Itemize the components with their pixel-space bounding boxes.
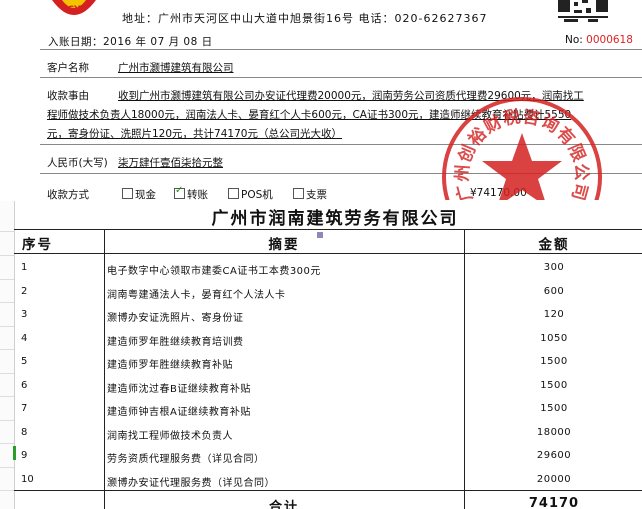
table-row[interactable]: 8 润南找工程师做技术负责人 18000 xyxy=(0,422,642,446)
reason-label: 收款事由 xyxy=(47,90,89,102)
table-row[interactable]: 5 建造师罗年胜继续教育补贴 1500 xyxy=(0,351,642,375)
svg-text:CY: CY xyxy=(67,5,81,15)
reason-line-3: 元，寄身份证、洗照片120元，共计74170元（总公司光大收） xyxy=(47,128,342,140)
method-cheque[interactable]: 支票 xyxy=(293,187,327,200)
expense-table: 广州市润南建筑劳务有限公司 序号 摘要 金额 1 电子数字中心领取市建委CA证书工… xyxy=(0,201,642,509)
table-row[interactable]: 1 电子数字中心领取市建委CA证书工本费300元 300 xyxy=(0,257,642,281)
amount-box: ¥74170.00 xyxy=(470,187,527,199)
customer-name: 广州市灏博建筑有限公司 xyxy=(118,62,234,74)
total-value: 74170 xyxy=(528,496,580,509)
company-logo: CY xyxy=(52,0,96,15)
table-row[interactable]: 3 灏博办安证洗照片、寄身份证 120 xyxy=(0,304,642,328)
header-summary: 摘要 xyxy=(268,237,300,253)
company-address: 地址：广州市天河区中山大道中旭景街16号 电话：020-62627367 xyxy=(122,12,488,25)
reason-line-1: 收到广州市灏博建筑有限公司办安证代理费20000元，润南劳务公司资质代理费296… xyxy=(118,90,584,102)
table-row[interactable]: 6 建造师沈过春B证继续教育补贴 1500 xyxy=(0,375,642,399)
checkbox-icon[interactable] xyxy=(293,188,304,199)
selection-handle-icon[interactable] xyxy=(317,232,323,238)
table-row[interactable]: 4 建造师罗年胜继续教育培训费 1050 xyxy=(0,328,642,352)
table-title: 广州市润南建筑劳务有限公司 xyxy=(211,209,459,229)
table-row[interactable]: 7 建造师钟吉根A证继续教育补贴 1500 xyxy=(0,398,642,422)
header-no: 序号 xyxy=(22,237,53,253)
entry-date: 入账日期：2016 年 07 月 08 日 xyxy=(48,36,213,48)
table-row[interactable]: 9 劳务资质代理服务费（详见合同） 29600 xyxy=(0,445,642,469)
table-row[interactable]: 2 润南粤建通法人卡，晏育红个人法人卡 600 xyxy=(0,281,642,305)
total-label: 合计 xyxy=(268,500,299,509)
method-label: 收款方式 xyxy=(47,189,89,200)
checkbox-icon[interactable] xyxy=(122,188,133,199)
method-pos[interactable]: POS机 xyxy=(228,187,273,200)
reason-line-2: 程师做技术负责人18000元，润南法人卡、晏育红个人卡600元，CA证书300元… xyxy=(47,109,572,121)
table-row[interactable]: 10 灏博办安证代理服务费（详见合同） 20000 xyxy=(0,469,642,493)
receipt-number: No: 0000618 xyxy=(565,34,633,46)
method-transfer[interactable]: 转账 xyxy=(174,185,208,200)
method-cash[interactable]: 现金 xyxy=(122,187,156,200)
receipt: CY 地址：广州市天河区中山大道中旭景街16号 电话：020-62627367 … xyxy=(0,0,642,200)
rmb-label: 人民币(大写) xyxy=(47,157,108,169)
customer-label: 客户名称 xyxy=(47,62,89,74)
header-amount: 金额 xyxy=(538,237,570,253)
rmb-amount-words: 柒万肆仟壹佰柒拾元整 xyxy=(118,157,223,169)
qr-code-icon xyxy=(558,0,608,22)
checkbox-icon[interactable] xyxy=(228,188,239,199)
checkbox-checked-icon[interactable] xyxy=(174,185,185,199)
